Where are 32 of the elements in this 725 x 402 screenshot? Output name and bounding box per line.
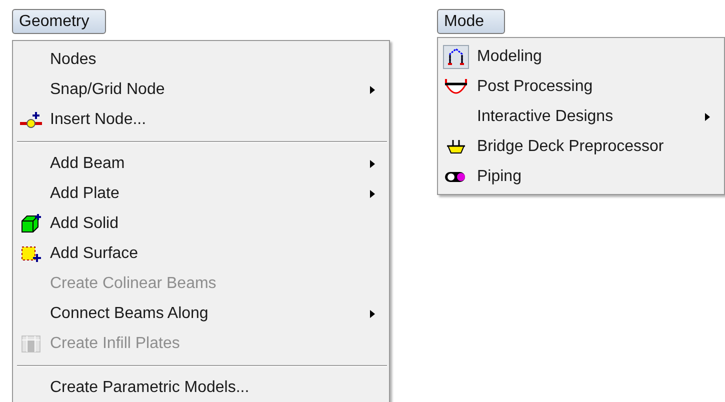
menu-item[interactable]: Snap/Grid Node xyxy=(13,75,389,105)
menu-item[interactable]: Post Processing xyxy=(438,72,724,102)
menu-item-label: Add Solid xyxy=(50,214,118,234)
menu-item-label: Post Processing xyxy=(477,77,593,97)
menu-item[interactable]: Modeling xyxy=(438,42,724,72)
menu-item-label: Snap/Grid Node xyxy=(50,80,165,100)
menu-item-label: Interactive Designs xyxy=(477,107,614,127)
menu-item-label: Add Beam xyxy=(50,154,125,174)
menu-title-button[interactable]: Mode xyxy=(437,9,505,34)
menu-item-label: Piping xyxy=(477,167,522,187)
menu-item[interactable]: Interactive Designs xyxy=(438,102,724,132)
menu-item[interactable]: Add Solid xyxy=(13,209,389,239)
menu-item[interactable]: Connect Beams Along xyxy=(13,299,389,329)
menu-item[interactable]: Insert Node... xyxy=(13,105,389,135)
menu-item-label: Modeling xyxy=(477,47,542,67)
menu-item[interactable]: Add Surface xyxy=(13,239,389,269)
menu-item-label: Add Surface xyxy=(50,244,138,264)
menu-title-button[interactable]: Geometry xyxy=(12,9,106,34)
menu-item-label: Connect Beams Along xyxy=(50,304,208,324)
menu-item[interactable]: Create Parametric Models... xyxy=(13,373,389,402)
menu-item-label: Add Plate xyxy=(50,184,120,204)
menu-item[interactable]: Nodes xyxy=(13,45,389,75)
menu-item-label: Bridge Deck Preprocessor xyxy=(477,137,664,157)
menu-item[interactable]: Add Beam xyxy=(13,149,389,179)
menu-item[interactable]: Piping xyxy=(438,162,724,192)
menu-item-label: Create Parametric Models... xyxy=(50,378,250,398)
menu-item[interactable]: Add Plate xyxy=(13,179,389,209)
menu-item-label: Nodes xyxy=(50,50,96,70)
menu-item-label: Create Infill Plates xyxy=(50,334,180,354)
menu-item-label: Insert Node... xyxy=(50,110,146,130)
menu-item-label: Create Colinear Beams xyxy=(50,274,216,294)
menu-item[interactable]: Bridge Deck Preprocessor xyxy=(438,132,724,162)
